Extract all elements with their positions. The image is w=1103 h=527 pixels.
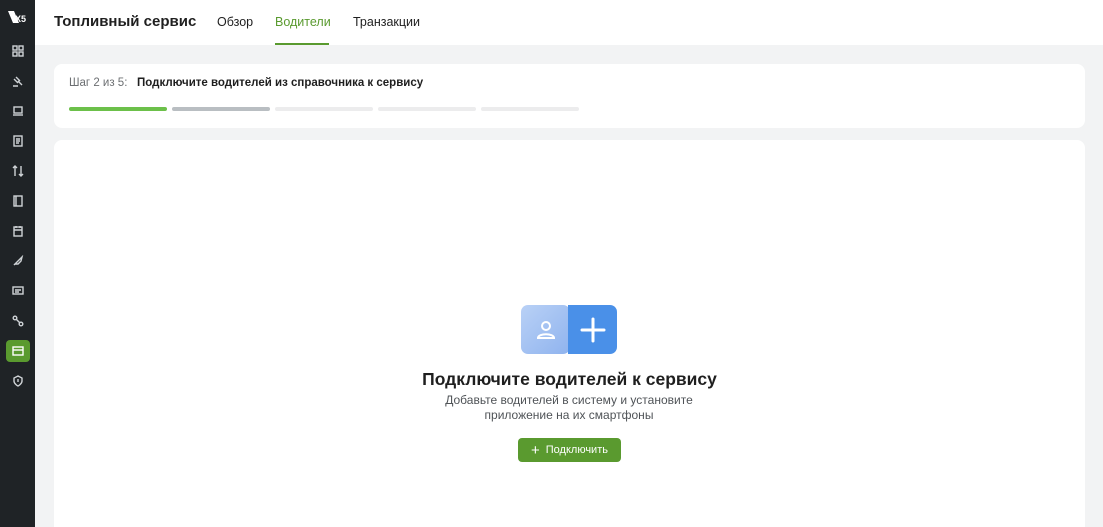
plus-icon xyxy=(580,317,605,342)
book-icon xyxy=(13,195,23,207)
sidebar-item-dashboard[interactable] xyxy=(6,40,30,62)
progress-step-4 xyxy=(378,107,476,111)
tab-drivers[interactable]: Водители xyxy=(275,15,331,29)
sidebar-item-security[interactable] xyxy=(6,370,30,392)
page-title: Топливный сервис xyxy=(54,13,197,30)
connect-button-label: Подключить xyxy=(545,444,608,456)
rocket-icon xyxy=(13,255,24,266)
route-icon xyxy=(12,315,24,327)
step-counter: Шаг 2 из 5: xyxy=(69,77,128,89)
sidebar-item-catalog[interactable] xyxy=(6,190,30,212)
card-icon xyxy=(12,346,24,356)
empty-state-subtitle: Добавьте водителей в систему и установит… xyxy=(445,393,693,422)
sidebar-item-documents[interactable] xyxy=(6,130,30,152)
tab-overview[interactable]: Обзор xyxy=(217,15,253,29)
connect-drivers-button[interactable]: + Подключить xyxy=(518,438,621,462)
logo-text: X5 xyxy=(15,14,27,24)
user-icon xyxy=(536,320,555,339)
exchange-icon xyxy=(12,165,24,177)
gavel-icon xyxy=(13,76,23,87)
sidebar-item-auctions[interactable] xyxy=(6,70,30,92)
sidebar-item-launch[interactable] xyxy=(6,250,30,272)
laptop-icon xyxy=(13,106,23,116)
document-icon xyxy=(13,135,23,147)
sidebar-item-exchange[interactable] xyxy=(6,160,30,182)
sidebar-item-messages[interactable] xyxy=(6,280,30,302)
calendar-icon xyxy=(13,226,23,237)
progress-step-5 xyxy=(481,107,579,111)
drivers-panel: Подключите водителей к сервису Добавьте … xyxy=(54,140,1085,527)
step-description: Подключите водителей из справочника к се… xyxy=(137,77,424,89)
dashboard-icon xyxy=(12,45,24,57)
sidebar: X5 xyxy=(0,0,35,527)
message-icon xyxy=(12,286,24,295)
onboarding-stepper: Шаг 2 из 5: Подключите водителей из спра… xyxy=(54,64,1085,128)
empty-state-title: Подключите водителей к сервису xyxy=(422,369,717,389)
top-bar: Топливный сервис Обзор Водители Транзакц… xyxy=(35,0,1103,45)
plus-icon: + xyxy=(531,441,540,459)
sidebar-item-fuel-service[interactable] xyxy=(6,340,30,362)
shield-icon xyxy=(13,375,23,387)
plus-tile xyxy=(568,305,617,354)
active-tab-indicator xyxy=(275,43,329,45)
tab-transactions[interactable]: Транзакции xyxy=(353,15,420,29)
sidebar-item-routes[interactable] xyxy=(6,310,30,332)
x5-logo[interactable]: X5 xyxy=(5,7,31,27)
progress-step-3 xyxy=(275,107,373,111)
progress-step-2 xyxy=(172,107,270,111)
sidebar-item-calendar[interactable] xyxy=(6,220,30,242)
progress-step-1 xyxy=(69,107,167,111)
empty-state-illustration xyxy=(521,305,618,354)
user-tile xyxy=(521,305,570,354)
sidebar-item-devices[interactable] xyxy=(6,100,30,122)
